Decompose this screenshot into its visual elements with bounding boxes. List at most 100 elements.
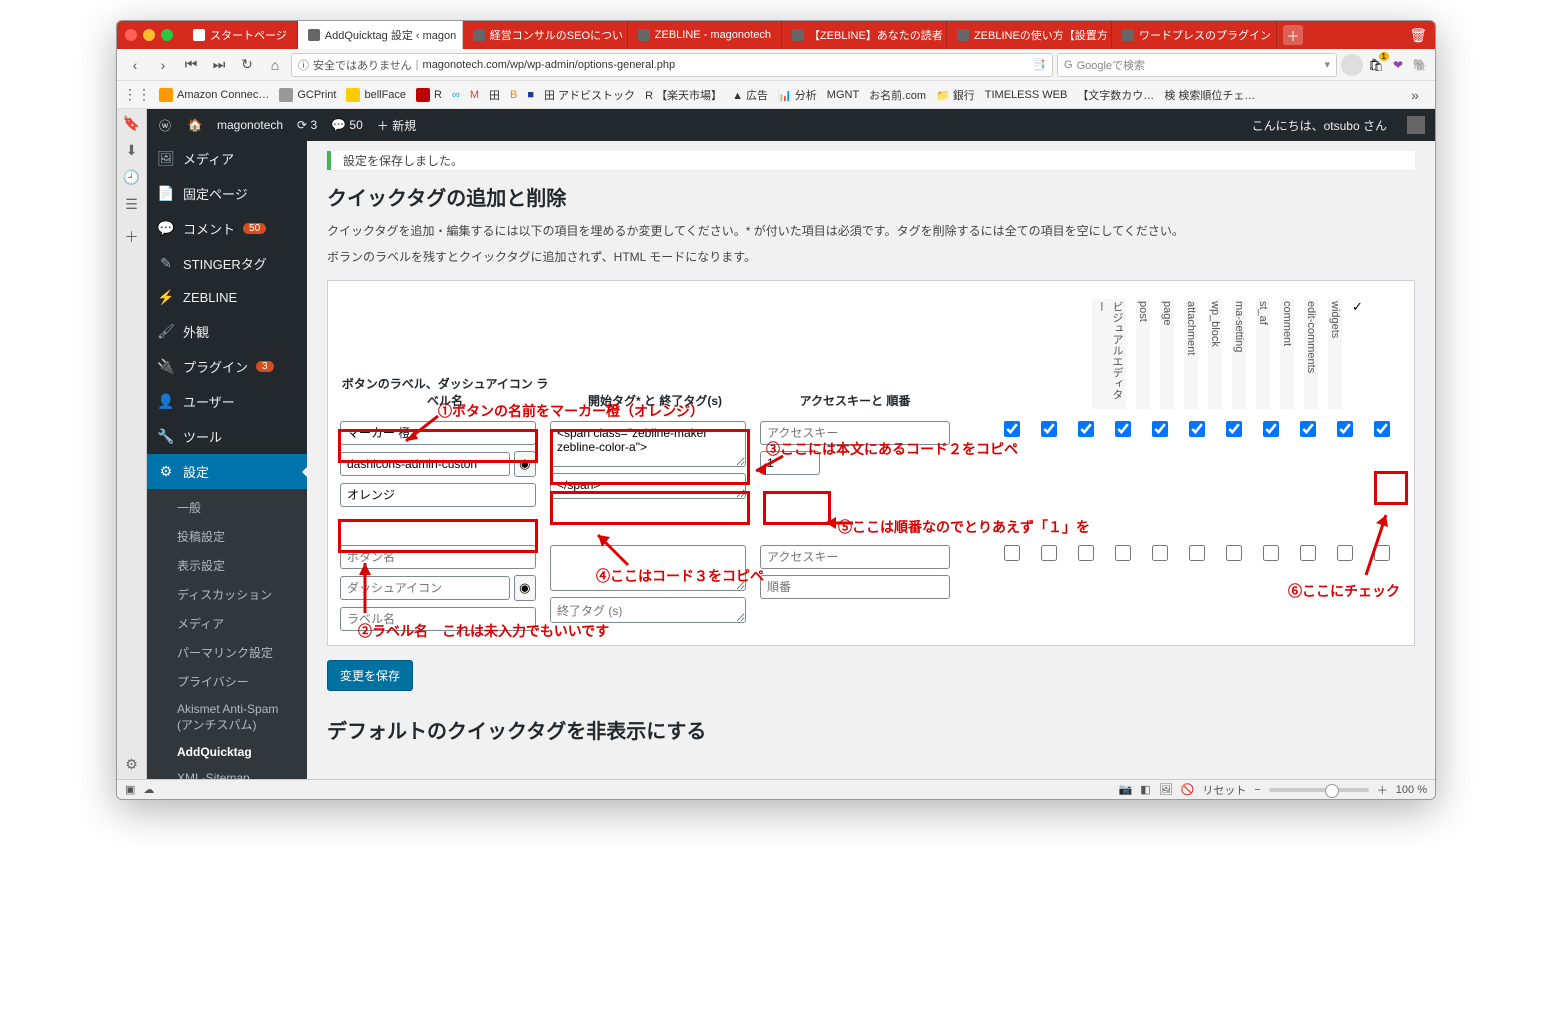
- menu-zebline[interactable]: ⚡ZEBLINE: [147, 281, 307, 314]
- bm-sq[interactable]: ■: [527, 89, 534, 101]
- bm-mgnt[interactable]: MGNT: [827, 89, 859, 101]
- bm-bank[interactable]: 📁 銀行: [936, 87, 975, 103]
- zoom-out[interactable]: −: [1254, 784, 1260, 796]
- block-icon[interactable]: 🚫: [1181, 783, 1195, 796]
- check-attachment[interactable]: [1115, 421, 1131, 437]
- check-comment-2[interactable]: [1263, 545, 1279, 561]
- greeting[interactable]: こんにちは、otsubo さん: [1252, 117, 1387, 134]
- submenu-media[interactable]: メディア: [147, 609, 307, 638]
- extension-badge[interactable]: 🛍1: [1367, 56, 1385, 74]
- reset-zoom[interactable]: リセット: [1202, 782, 1246, 798]
- updates-icon[interactable]: ⟳ 3: [297, 118, 317, 132]
- check-wpblock-2[interactable]: [1152, 545, 1168, 561]
- tab-startpage[interactable]: ▦スタートページ: [183, 21, 298, 49]
- bm-b[interactable]: B: [510, 89, 517, 101]
- bm-gcprint[interactable]: GCPrint: [279, 88, 336, 102]
- crop-icon[interactable]: ◧: [1140, 783, 1150, 796]
- wordpress-icon[interactable]: ⓦ: [157, 117, 173, 133]
- check-all[interactable]: [1374, 421, 1390, 437]
- submenu-writing[interactable]: 投稿設定: [147, 522, 307, 551]
- bm-ads[interactable]: ▲ 広告: [732, 87, 768, 103]
- menu-media[interactable]: 🖼メディア: [147, 141, 307, 176]
- order-input[interactable]: [760, 451, 820, 475]
- check-post-2[interactable]: [1041, 545, 1057, 561]
- close-window[interactable]: [125, 29, 137, 41]
- submenu-general[interactable]: 一般: [147, 493, 307, 522]
- search-field[interactable]: G Googleで検索 ▾: [1057, 53, 1337, 77]
- label-name-input-2[interactable]: [340, 607, 536, 631]
- start-tag-input[interactable]: <span class="zebline-maker zebline-color…: [550, 421, 746, 467]
- button-label-input[interactable]: [340, 421, 536, 445]
- submenu-permalink[interactable]: パーマリンク設定: [147, 638, 307, 667]
- check-wpblock[interactable]: [1152, 421, 1168, 437]
- rewind-button[interactable]: ⏮: [179, 53, 203, 77]
- bm-adobestock[interactable]: 田 アドビストック: [544, 87, 635, 103]
- fastforward-button[interactable]: ⏭: [207, 53, 231, 77]
- check-comment[interactable]: [1263, 421, 1279, 437]
- submenu-discussion[interactable]: ディスカッション: [147, 580, 307, 609]
- tab-addquicktag[interactable]: AddQuicktag 設定 ‹ magon: [298, 21, 463, 49]
- add-panel[interactable]: ＋: [125, 227, 139, 247]
- home-button[interactable]: ⌂: [263, 53, 287, 77]
- check-all-2[interactable]: [1374, 545, 1390, 561]
- menu-appearance[interactable]: 🖌外観: [147, 314, 307, 349]
- bm-r[interactable]: R: [416, 88, 442, 102]
- save-button[interactable]: 変更を保存: [327, 660, 413, 691]
- tab-seo[interactable]: 経営コンサルのSEOについ: [463, 21, 628, 49]
- bookmark-overflow[interactable]: »: [1403, 83, 1427, 107]
- tab-zebline-reader[interactable]: 【ZEBLINE】あなたの読者: [782, 21, 947, 49]
- check-widgets[interactable]: [1337, 421, 1353, 437]
- zoom-slider[interactable]: [1269, 788, 1369, 792]
- menu-stinger[interactable]: ✎STINGERタグ: [147, 246, 307, 281]
- dashicon-input-2[interactable]: [340, 576, 510, 600]
- bm-amazon[interactable]: Amazon Connec…: [159, 88, 269, 102]
- bm-rakuten[interactable]: R 【楽天市場】: [645, 87, 722, 103]
- submenu-privacy[interactable]: プライバシー: [147, 667, 307, 696]
- history-icon[interactable]: 🕘: [123, 169, 140, 186]
- heart-icon[interactable]: ❤: [1389, 56, 1407, 74]
- url-field[interactable]: ⓘ 安全ではありません | magonotech.com/wp/wp-admin…: [291, 53, 1053, 77]
- check-staf[interactable]: [1226, 421, 1242, 437]
- end-tag-input-2[interactable]: [550, 597, 746, 623]
- bookmark-icon[interactable]: 🔖: [123, 115, 140, 132]
- panel-icon[interactable]: ▣: [125, 783, 135, 796]
- menu-users[interactable]: 👤ユーザー: [147, 384, 307, 419]
- order-input-2[interactable]: [760, 575, 950, 599]
- menu-tools[interactable]: 🔧ツール: [147, 419, 307, 454]
- bm-onamae[interactable]: お名前.com: [869, 87, 926, 103]
- button-label-input-2[interactable]: [340, 545, 536, 569]
- home-icon[interactable]: 🏠: [187, 117, 203, 133]
- trash-icon[interactable]: 🗑: [1409, 27, 1427, 44]
- menu-plugins[interactable]: 🔌プラグイン3: [147, 349, 307, 384]
- bm-grid[interactable]: 田: [489, 87, 500, 103]
- reload-button[interactable]: ↻: [235, 53, 259, 77]
- picture-icon[interactable]: 🖼: [1159, 783, 1173, 796]
- profile-avatar[interactable]: [1341, 54, 1363, 76]
- submenu-reading[interactable]: 表示設定: [147, 551, 307, 580]
- check-editcomments-2[interactable]: [1300, 545, 1316, 561]
- bm-gmail[interactable]: M: [470, 89, 479, 101]
- comments-icon[interactable]: 💬 50: [331, 118, 363, 132]
- minimize-window[interactable]: [143, 29, 155, 41]
- submenu-addquicktag[interactable]: AddQuicktag: [147, 739, 307, 765]
- sync-icon[interactable]: ☁: [143, 783, 154, 796]
- bm-rankcheck[interactable]: 検 検索順位チェ…: [1164, 87, 1255, 103]
- menu-settings[interactable]: ⚙設定: [147, 454, 307, 489]
- bm-timeless[interactable]: TIMELESS WEB: [985, 89, 1068, 101]
- start-tag-input-2[interactable]: [550, 545, 746, 591]
- check-post[interactable]: [1041, 421, 1057, 437]
- check-attachment-2[interactable]: [1115, 545, 1131, 561]
- bm-loop[interactable]: ∞: [452, 89, 460, 101]
- check-masetting[interactable]: [1189, 421, 1205, 437]
- accesskey-input-2[interactable]: [760, 545, 950, 569]
- accesskey-input[interactable]: [760, 421, 950, 445]
- bm-bellface[interactable]: bellFace: [346, 88, 406, 102]
- label-name-input[interactable]: [340, 483, 536, 507]
- submenu-xmlsitemap[interactable]: XML-Sitemap: [147, 765, 307, 779]
- check-editcomments[interactable]: [1300, 421, 1316, 437]
- bm-analytics[interactable]: 📊 分析: [778, 87, 817, 103]
- site-name[interactable]: magonotech: [217, 118, 283, 132]
- forward-button[interactable]: ›: [151, 53, 175, 77]
- menu-pages[interactable]: 📄固定ページ: [147, 176, 307, 211]
- zoom-in[interactable]: ＋: [1377, 782, 1388, 798]
